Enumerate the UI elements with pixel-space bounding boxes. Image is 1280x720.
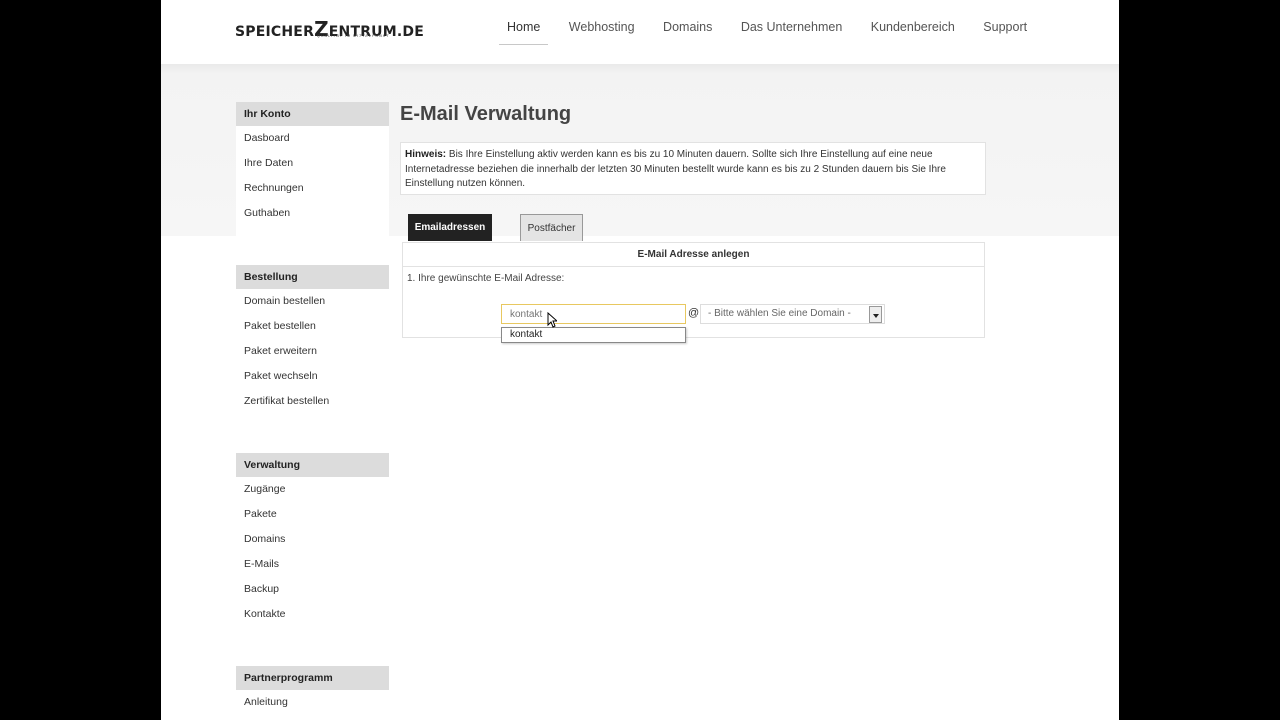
- select-dropdown-button[interactable]: [869, 306, 882, 323]
- header: SPEICHERZENTRUM.DE QUALITÄT IM MITTELPUN…: [161, 0, 1119, 64]
- sidebar-item-dashboard[interactable]: Dasboard: [236, 126, 389, 151]
- tab-emailadressen[interactable]: Emailadressen: [408, 214, 492, 241]
- sidebar-item-guthaben[interactable]: Guthaben: [236, 201, 389, 226]
- sidebar-heading-partnerprogramm: Partnerprogramm: [236, 666, 389, 690]
- sidebar-item-emails[interactable]: E-Mails: [236, 552, 389, 577]
- sidebar-item-kontakte[interactable]: Kontakte: [236, 602, 389, 627]
- chevron-down-icon: [873, 314, 879, 318]
- page: SPEICHERZENTRUM.DE QUALITÄT IM MITTELPUN…: [161, 0, 1119, 720]
- at-sign: @: [688, 307, 700, 319]
- main-nav: Home Webhosting Domains Das Unternehmen …: [498, 18, 1051, 45]
- nav-support[interactable]: Support: [983, 20, 1027, 44]
- panel-title: E-Mail Adresse anlegen: [403, 243, 984, 267]
- sidebar-heading-konto: Ihr Konto: [236, 102, 389, 126]
- nav-home[interactable]: Home: [498, 20, 549, 45]
- sidebar-item-zugaenge[interactable]: Zugänge: [236, 477, 389, 502]
- sidebar-group-konto: Ihr Konto Dasboard Ihre Daten Rechnungen…: [236, 102, 389, 265]
- page-title: E-Mail Verwaltung: [400, 103, 572, 125]
- sidebar-item-zertifikat-bestellen[interactable]: Zertifikat bestellen: [236, 389, 389, 414]
- sidebar-heading-bestellung: Bestellung: [236, 265, 389, 289]
- sidebar-item-paket-bestellen[interactable]: Paket bestellen: [236, 314, 389, 339]
- sidebar-item-pakete[interactable]: Pakete: [236, 502, 389, 527]
- sidebar-group-bestellung: Bestellung Domain bestellen Paket bestel…: [236, 265, 389, 453]
- nav-domains[interactable]: Domains: [663, 20, 712, 44]
- sidebar-heading-verwaltung: Verwaltung: [236, 453, 389, 477]
- email-field-label: 1. Ihre gewünschte E-Mail Adresse:: [407, 273, 565, 284]
- sidebar-item-rechnungen[interactable]: Rechnungen: [236, 176, 389, 201]
- hint-box: Hinweis: Bis Ihre Einstellung aktiv werd…: [400, 142, 986, 195]
- sidebar: Ihr Konto Dasboard Ihre Daten Rechnungen…: [236, 102, 389, 715]
- tab-postfaecher[interactable]: Postfächer: [520, 214, 583, 241]
- logo-tagline: QUALITÄT IM MITTELPUNKT: [317, 33, 390, 38]
- sidebar-item-paket-erweitern[interactable]: Paket erweitern: [236, 339, 389, 364]
- domain-select-value: - Bitte wählen Sie eine Domain -: [708, 308, 851, 319]
- sidebar-item-ihre-daten[interactable]: Ihre Daten: [236, 151, 389, 176]
- email-create-panel: E-Mail Adresse anlegen 1. Ihre gewünscht…: [402, 242, 985, 343]
- sidebar-group-verwaltung: Verwaltung Zugänge Pakete Domains E-Mail…: [236, 453, 389, 666]
- sidebar-item-domains[interactable]: Domains: [236, 527, 389, 552]
- email-local-part-input[interactable]: [501, 304, 686, 324]
- mouse-cursor-icon: [547, 312, 557, 328]
- sidebar-item-anleitung[interactable]: Anleitung: [236, 690, 389, 715]
- sidebar-item-domain-bestellen[interactable]: Domain bestellen: [236, 289, 389, 314]
- autocomplete-suggestion[interactable]: kontakt: [501, 327, 686, 343]
- nav-webhosting[interactable]: Webhosting: [569, 20, 635, 44]
- sidebar-item-paket-wechseln[interactable]: Paket wechseln: [236, 364, 389, 389]
- main-content: E-Mail Verwaltung Hinweis: Bis Ihre Eins…: [400, 102, 986, 343]
- hint-label: Hinweis:: [405, 149, 447, 160]
- nav-kundenbereich[interactable]: Kundenbereich: [871, 20, 955, 44]
- logo[interactable]: SPEICHERZENTRUM.DE QUALITÄT IM MITTELPUN…: [235, 17, 424, 41]
- sidebar-group-partner: Partnerprogramm Anleitung: [236, 666, 389, 715]
- sidebar-item-backup[interactable]: Backup: [236, 577, 389, 602]
- nav-das-unternehmen[interactable]: Das Unternehmen: [741, 20, 842, 44]
- domain-select[interactable]: - Bitte wählen Sie eine Domain -: [700, 304, 885, 324]
- hint-text: Bis Ihre Einstellung aktiv werden kann e…: [405, 149, 946, 189]
